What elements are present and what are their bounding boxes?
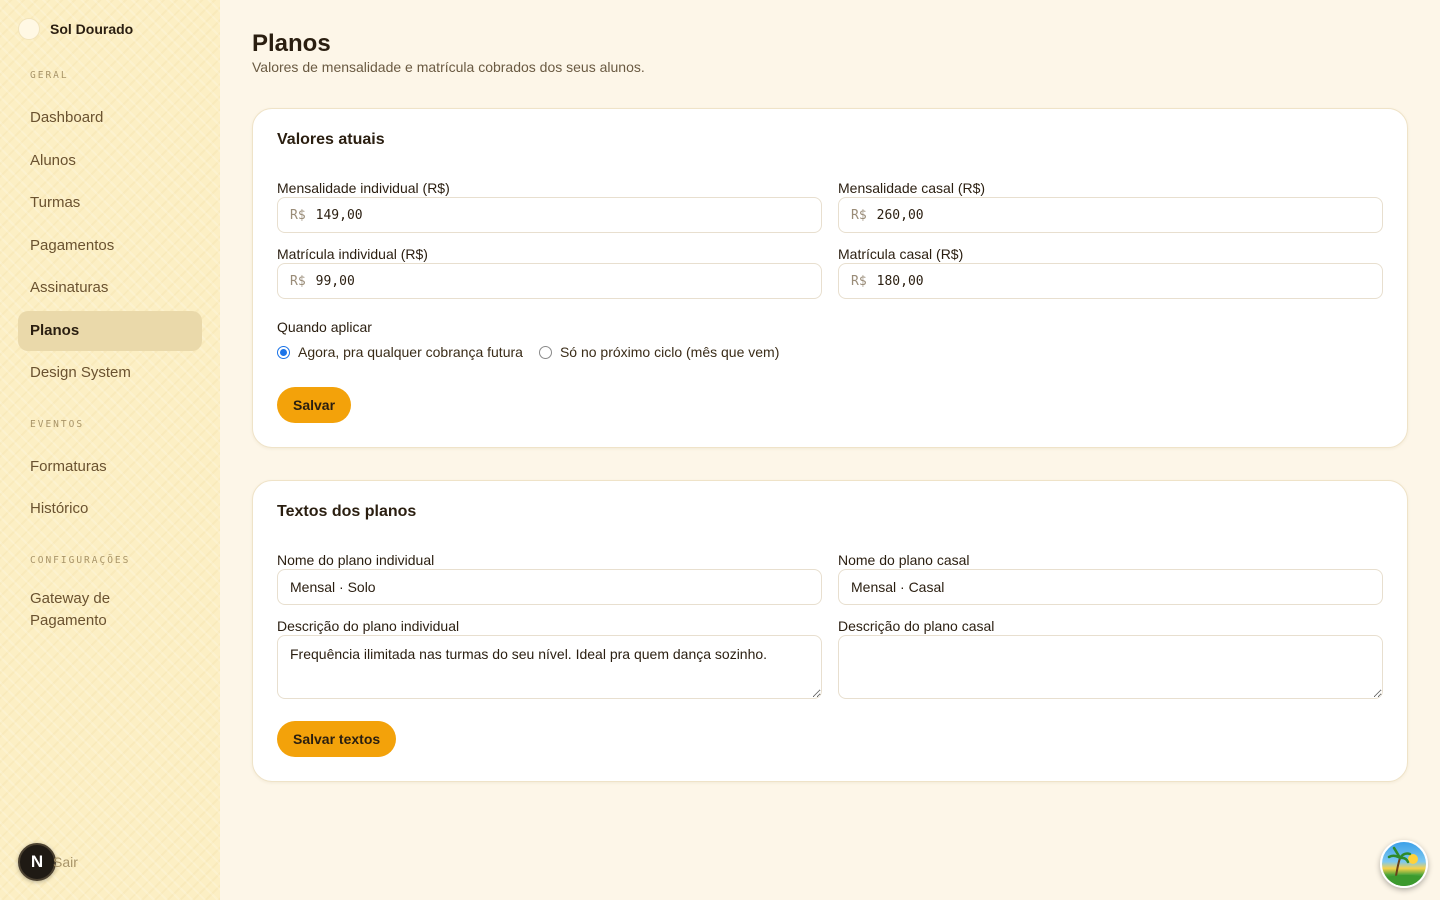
values-card: Valores atuais Mensalidade individual (R… (252, 108, 1408, 448)
name-individual-label: Nome do plano individual (277, 552, 435, 568)
monthly-individual-input-box[interactable]: R$ (277, 197, 822, 233)
currency-prefix: R$ (851, 207, 867, 223)
sun-logo-icon (18, 18, 40, 40)
sidebar-item-assinaturas[interactable]: Assinaturas (18, 268, 202, 308)
page-title: Planos (252, 30, 331, 57)
name-couple-field: Nome do plano casal (838, 552, 1383, 605)
apply-when-label: Quando aplicar (277, 319, 372, 335)
enroll-couple-input[interactable] (876, 264, 1382, 298)
enroll-individual-input-box[interactable]: R$ (277, 263, 822, 299)
desc-individual-label: Descrição do plano individual (277, 618, 460, 634)
apply-now-option[interactable]: Agora, pra qualquer cobrança futura (277, 344, 523, 360)
monthly-individual-field: Mensalidade individual (R$) R$ (277, 180, 822, 233)
section-label-geral: GERAL (30, 70, 69, 81)
monthly-individual-input[interactable] (315, 198, 821, 232)
monthly-couple-field: Mensalidade casal (R$) R$ (838, 180, 1383, 233)
texts-card: Textos dos planos Nome do plano individu… (252, 480, 1408, 782)
page-subtitle: Valores de mensalidade e matrícula cobra… (252, 59, 645, 75)
enroll-individual-field: Matrícula individual (R$) R$ (277, 246, 822, 299)
apply-when-radio-group: Agora, pra qualquer cobrança futura Só n… (277, 344, 795, 360)
name-individual-input-box[interactable] (277, 569, 822, 605)
name-couple-input[interactable] (851, 570, 1382, 604)
desc-couple-label: Descrição do plano casal (838, 618, 995, 634)
beach-palm-avatar-icon[interactable] (1380, 840, 1428, 888)
texts-card-title: Textos dos planos (277, 503, 417, 520)
desc-individual-textarea[interactable]: Frequência ilimitada nas turmas do seu n… (277, 635, 822, 699)
monthly-individual-label: Mensalidade individual (R$) (277, 180, 450, 196)
currency-prefix: R$ (290, 273, 306, 289)
enroll-couple-field: Matrícula casal (R$) R$ (838, 246, 1383, 299)
sidebar-item-dashboard[interactable]: Dashboard (18, 98, 202, 138)
enroll-couple-label: Matrícula casal (R$) (838, 246, 964, 262)
desc-individual-field: Descrição do plano individual Frequência… (277, 618, 822, 699)
monthly-couple-label: Mensalidade casal (R$) (838, 180, 986, 196)
sidebar-item-planos[interactable]: Planos (18, 310, 202, 351)
logout-label: Sair (53, 854, 78, 870)
enroll-individual-input[interactable] (315, 264, 821, 298)
brand-name: Sol Dourado (50, 21, 134, 37)
sidebar-item-design-system[interactable]: Design System (18, 353, 202, 393)
monthly-couple-input-box[interactable]: R$ (838, 197, 1383, 233)
logout-button[interactable]: N Sair (18, 843, 78, 881)
name-individual-field: Nome do plano individual (277, 552, 822, 605)
section-label-configuracoes: CONFIGURAÇÕES (30, 554, 131, 566)
apply-now-radio[interactable] (277, 345, 290, 359)
brand[interactable]: Sol Dourado (18, 0, 202, 58)
monthly-couple-input[interactable] (876, 198, 1382, 232)
desc-couple-field: Descrição do plano casal (838, 618, 1383, 699)
sidebar-item-historico[interactable]: Histórico (18, 489, 202, 529)
section-label-eventos: EVENTOS (30, 418, 85, 430)
sidebar: Sol Dourado GERAL Dashboard Alunos Turma… (0, 0, 220, 900)
apply-next-cycle-label: Só no próximo ciclo (mês que vem) (559, 344, 780, 360)
sidebar-item-alunos[interactable]: Alunos (18, 141, 202, 181)
user-avatar[interactable]: N (18, 843, 56, 881)
values-card-title: Valores atuais (277, 131, 385, 148)
currency-prefix: R$ (290, 207, 306, 223)
sidebar-item-turmas[interactable]: Turmas (18, 183, 202, 223)
save-button[interactable]: Salvar (277, 387, 352, 423)
name-individual-input[interactable] (290, 570, 821, 604)
name-couple-label: Nome do plano casal (838, 552, 970, 568)
sidebar-item-gateway[interactable]: Gateway de Pagamento (18, 584, 128, 636)
name-couple-input-box[interactable] (838, 569, 1383, 605)
apply-next-cycle-radio[interactable] (538, 345, 552, 359)
sidebar-item-formaturas[interactable]: Formaturas (18, 447, 202, 487)
apply-now-label: Agora, pra qualquer cobrança futura (298, 344, 523, 360)
enroll-individual-label: Matrícula individual (R$) (277, 246, 428, 262)
currency-prefix: R$ (851, 273, 867, 289)
desc-couple-textarea[interactable] (838, 635, 1383, 699)
save-texts-button[interactable]: Salvar textos (277, 721, 397, 757)
sidebar-item-pagamentos[interactable]: Pagamentos (18, 226, 202, 266)
enroll-couple-input-box[interactable]: R$ (838, 263, 1383, 299)
palm-tree-icon (1382, 846, 1426, 886)
apply-next-cycle-option[interactable]: Só no próximo ciclo (mês que vem) (538, 344, 780, 360)
